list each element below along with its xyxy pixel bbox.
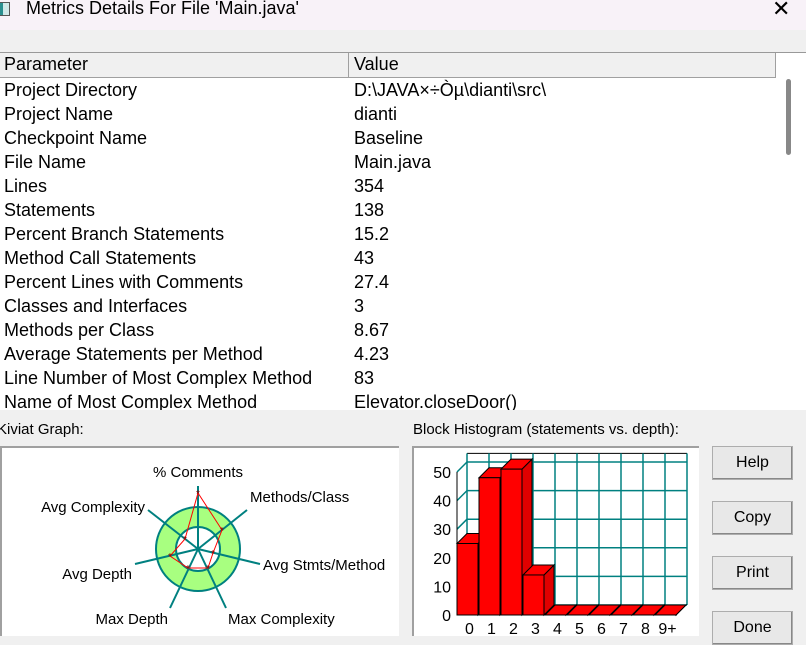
x-tick-label: 7	[619, 621, 628, 634]
value-cell: Main.java	[354, 152, 431, 173]
value-cell: dianti	[354, 104, 397, 125]
bar	[479, 478, 500, 615]
parameter-cell: Method Call Statements	[4, 248, 196, 269]
parameter-cell: Methods per Class	[4, 320, 154, 341]
kiviat-axis-label: Avg Complexity	[41, 499, 145, 516]
table-row[interactable]: Method Call Statements 43	[0, 248, 776, 272]
app-icon	[0, 2, 10, 16]
kiviat-axis-label: % Comments	[153, 464, 243, 481]
x-tick-label: 0	[465, 621, 474, 634]
parameter-cell: Project Directory	[4, 80, 137, 101]
parameter-cell: Project Name	[4, 104, 113, 125]
table-row[interactable]: File Name Main.java	[0, 152, 776, 176]
print-button[interactable]: Print	[712, 556, 793, 590]
kiviat-point: *	[220, 526, 224, 537]
kiviat-axis-label: Methods/Class	[250, 489, 349, 506]
kiviat-point: *	[168, 552, 172, 563]
value-cell: Elevator.closeDoor()	[354, 392, 517, 410]
kiviat-point: *	[196, 489, 200, 500]
table-header: Parameter Value	[0, 53, 776, 78]
value-cell: 15.2	[354, 224, 389, 245]
kiviat-point: *	[206, 564, 210, 575]
copy-button[interactable]: Copy	[712, 501, 793, 535]
parameter-cell: File Name	[4, 152, 86, 173]
table-row[interactable]: Percent Branch Statements 15.2	[0, 224, 776, 248]
value-cell: D:\JAVA×÷Òµ\dianti\src\	[354, 80, 546, 101]
x-tick-label: 4	[553, 621, 562, 634]
vertical-scrollbar[interactable]	[776, 53, 806, 410]
value-cell: 8.67	[354, 320, 389, 341]
x-tick-label: 3	[531, 621, 540, 634]
parameter-cell: Lines	[4, 176, 47, 197]
table-row[interactable]: Lines 354	[0, 176, 776, 200]
bar	[457, 544, 478, 616]
kiviat-axis-label: Max Complexity	[228, 611, 335, 628]
y-tick-label: 50	[433, 465, 451, 482]
y-tick-label: 40	[433, 494, 451, 511]
table-row[interactable]: Average Statements per Method 4.23	[0, 344, 776, 368]
y-tick-label: 10	[433, 579, 451, 596]
value-cell: 4.23	[354, 344, 389, 365]
parameter-cell: Classes and Interfaces	[4, 296, 187, 317]
x-tick-label: 5	[575, 621, 584, 634]
grid-line	[457, 491, 467, 501]
column-header-parameter[interactable]: Parameter	[4, 54, 88, 75]
kiviat-axis-label: Max Depth	[95, 611, 168, 628]
grid-line	[457, 462, 467, 472]
bar	[501, 469, 522, 615]
table-row[interactable]: Checkpoint Name Baseline	[0, 128, 776, 152]
parameter-cell: Name of Most Complex Method	[4, 392, 257, 410]
kiviat-point: *	[183, 535, 187, 546]
kiviat-point: *	[186, 564, 190, 575]
y-tick-label: 0	[442, 608, 451, 625]
table-row[interactable]: Classes and Interfaces 3	[0, 296, 776, 320]
parameter-cell: Average Statements per Method	[4, 344, 263, 365]
table-row[interactable]: Statements 138	[0, 200, 776, 224]
scrollbar-thumb[interactable]	[786, 79, 791, 155]
kiviat-axis-label: Avg Stmts/Method	[263, 557, 385, 574]
bar	[523, 575, 544, 615]
table-row[interactable]: Name of Most Complex Method Elevator.clos…	[0, 392, 776, 410]
parameter-cell: Statements	[4, 200, 95, 221]
value-cell: Baseline	[354, 128, 423, 149]
window-title: Metrics Details For File 'Main.java'	[26, 0, 299, 19]
value-cell: 43	[354, 248, 374, 269]
parameter-cell: Percent Branch Statements	[4, 224, 224, 245]
table-row[interactable]: Line Number of Most Complex Method 83	[0, 368, 776, 392]
kiviat-axis-label: Avg Depth	[62, 566, 132, 583]
help-button[interactable]: Help	[712, 446, 793, 480]
x-tick-label: 9+	[658, 621, 676, 634]
done-button[interactable]: Done	[712, 611, 793, 645]
kiviat-label: Kiviat Graph:	[0, 421, 84, 438]
title-bar: Metrics Details For File 'Main.java' ✕	[0, 0, 806, 30]
value-cell: 3	[354, 296, 364, 317]
column-divider[interactable]	[348, 53, 349, 78]
parameter-cell: Percent Lines with Comments	[4, 272, 243, 293]
x-tick-label: 1	[487, 621, 496, 634]
x-tick-label: 6	[597, 621, 606, 634]
parameter-cell: Line Number of Most Complex Method	[4, 368, 312, 389]
value-cell: 83	[354, 368, 374, 389]
y-tick-label: 30	[433, 522, 451, 539]
kiviat-graph: *******% CommentsMethods/ClassAvg Stmts/…	[0, 446, 399, 636]
y-tick-label: 20	[433, 551, 451, 568]
kiviat-point: *	[211, 549, 215, 560]
value-cell: 354	[354, 176, 384, 197]
table-row[interactable]: Project Name dianti	[0, 104, 776, 128]
parameter-cell: Checkpoint Name	[4, 128, 147, 149]
histogram-label: Block Histogram (statements vs. depth):	[413, 421, 679, 438]
table-row[interactable]: Methods per Class 8.67	[0, 320, 776, 344]
block-histogram: 010203040500123456789+	[412, 446, 699, 636]
close-icon[interactable]: ✕	[772, 0, 790, 22]
x-tick-label: 2	[509, 621, 518, 634]
value-cell: 27.4	[354, 272, 389, 293]
table-row[interactable]: Percent Lines with Comments 27.4	[0, 272, 776, 296]
grid-line	[457, 519, 467, 529]
table-row[interactable]: Project Directory D:\JAVA×÷Òµ\dianti\src\	[0, 80, 776, 104]
x-tick-label: 8	[641, 621, 650, 634]
metrics-table: Parameter Value Project Directory D:\JAVA…	[0, 52, 806, 410]
value-cell: 138	[354, 200, 384, 221]
column-header-value[interactable]: Value	[354, 54, 399, 75]
